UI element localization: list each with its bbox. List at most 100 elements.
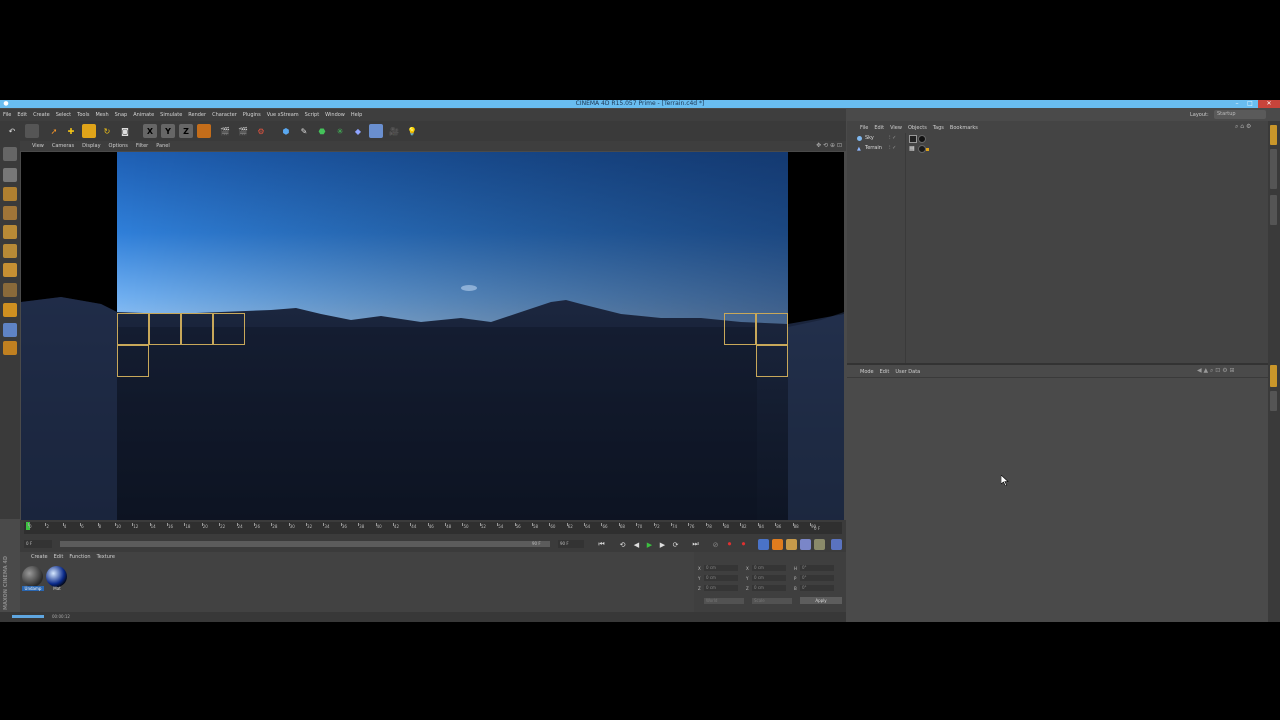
preview-range-slider[interactable] [60,541,550,547]
z-axis-lock-icon[interactable]: Z [179,124,193,138]
menu-script[interactable]: Script [302,109,323,121]
size-mode-dropdown[interactable]: Scale [752,598,792,604]
material-tag-icon[interactable] [918,145,926,153]
redo-icon[interactable] [25,124,39,138]
material-swatch-mat[interactable] [46,566,67,587]
key-pla-icon[interactable] [814,539,825,550]
menu-animate[interactable]: Animate [130,109,157,121]
object-search-icon[interactable]: ⌕ ⌂ ⚙ [1235,123,1251,131]
rotate-icon[interactable]: ↻ [100,124,114,138]
previous-frame-icon[interactable]: ◀ [631,539,642,550]
key-rotation-icon[interactable] [786,539,797,550]
spline-pen-icon[interactable]: ✎ [297,124,311,138]
material-menu-function[interactable]: Function [66,552,93,562]
coordinate-system-icon[interactable] [197,124,211,138]
3d-viewport[interactable] [21,152,844,520]
coordinate-value-field[interactable]: 0 cm [752,585,786,591]
y-axis-lock-icon[interactable]: Y [161,124,175,138]
key-scale-icon[interactable] [772,539,783,550]
object-menu-tags[interactable]: Tags [930,123,947,133]
timeline-ruler[interactable]: 0 2 4 6 8 10 12 14 16 18 20 22 24 26 28 30 32 34 36 38 40 42 4… [20,520,846,538]
viewport-menu-panel[interactable]: Panel [152,141,174,151]
object-menu-objects[interactable]: Objects [905,123,930,133]
camera-icon[interactable]: 🎥 [387,124,401,138]
polygons-mode-icon[interactable] [3,263,17,277]
object-menu-view[interactable]: View [887,123,905,133]
material-menu-edit[interactable]: Edit [51,552,67,562]
viewport-menu-display[interactable]: Display [78,141,104,151]
recent-tool-icon[interactable]: ◙ [118,124,132,138]
snap-icon[interactable] [3,323,17,337]
live-selection-icon[interactable]: ➚ [47,124,61,138]
array-icon[interactable]: ✳ [333,124,347,138]
coordinate-value-field[interactable]: 0 cm [752,565,786,571]
go-to-end-icon[interactable]: ⏭ [690,539,701,550]
material-tag-icon[interactable] [918,135,926,143]
menu-file[interactable]: File [0,109,14,121]
model-mode-icon[interactable] [3,168,17,182]
material-swatch-undamp[interactable] [22,566,43,587]
texture-tag-icon[interactable]: ▦ [909,145,915,152]
next-keyframe-icon[interactable]: ⟳ [670,539,681,550]
menu-vue-xstream[interactable]: Vue xStream [264,109,302,121]
render-settings-icon[interactable]: ⚙ [254,124,268,138]
previous-keyframe-icon[interactable]: ⟲ [617,539,628,550]
layout-dropdown[interactable]: Startup [1214,110,1266,119]
menu-plugins[interactable]: Plugins [240,109,264,121]
layers-tab[interactable] [1270,391,1277,411]
coordinate-value-field[interactable]: 0° [800,585,834,591]
viewport-menu-options[interactable]: Options [105,141,132,151]
key-position-icon[interactable] [758,539,769,550]
axis-mode-icon[interactable] [3,283,17,297]
move-icon[interactable]: ✚ [64,124,78,138]
viewport-menu-view[interactable]: View [28,141,48,151]
visibility-dots[interactable]: ⁝ ✓ [889,145,896,151]
object-menu-file[interactable]: File [857,123,871,133]
viewport-menu-filter[interactable]: Filter [132,141,152,151]
coordinate-value-field[interactable]: 0 cm [704,585,738,591]
minimize-button[interactable]: – [1232,100,1242,108]
coordinate-value-field[interactable]: 0 cm [752,575,786,581]
cube-icon[interactable]: ⬢ [279,124,293,138]
coordinate-mode-dropdown[interactable]: World [704,598,744,604]
objects-tab[interactable] [1270,125,1277,145]
edges-mode-icon[interactable] [3,244,17,258]
material-name[interactable]: Undamp [22,586,44,591]
menu-help[interactable]: Help [348,109,365,121]
next-frame-icon[interactable]: ▶ [657,539,668,550]
object-name[interactable]: Terrain [865,145,882,151]
record-keys-icon[interactable]: ⏺ [724,539,735,550]
menu-render[interactable]: Render [185,109,209,121]
phong-tag-icon[interactable] [926,148,929,151]
preview-range-fill[interactable] [60,541,550,547]
menu-edit[interactable]: Edit [14,109,30,121]
key-parameter-icon[interactable] [800,539,811,550]
coordinate-value-field[interactable]: 0 cm [704,575,738,581]
menu-tools[interactable]: Tools [74,109,92,121]
deformer-icon[interactable]: ◆ [351,124,365,138]
coordinate-value-field[interactable]: 0 cm [704,565,738,571]
coordinate-value-field[interactable]: 0° [800,565,834,571]
maximize-button[interactable]: □ [1245,100,1255,108]
viewport-menu-cameras[interactable]: Cameras [48,141,78,151]
workplane-lock-icon[interactable] [3,341,17,355]
material-menu-create[interactable]: Create [28,552,51,562]
attribute-menu-user-data[interactable]: User Data [892,367,923,377]
workplane-mode-icon[interactable] [3,206,17,220]
texture-tag-icon[interactable] [909,135,917,143]
autokeying-icon[interactable]: ⏺ [738,539,749,550]
object-menu-bookmarks[interactable]: Bookmarks [947,123,981,133]
menu-simulate[interactable]: Simulate [157,109,185,121]
go-to-start-icon[interactable]: ⏮ [596,539,607,550]
end-frame-field[interactable]: 90 F [532,541,541,546]
object-row-terrain[interactable]: ▲ Terrain ⁝ ✓ ▦ [851,145,1255,154]
material-name[interactable]: Mat [46,586,68,591]
attribute-nav-icons[interactable]: ◀ ▲ ⌕ ⊡ ⚙ ⊞ [1197,367,1235,375]
attribute-menu-mode[interactable]: Mode [857,367,877,377]
motion-record-icon[interactable]: ⊘ [710,539,721,550]
menu-create[interactable]: Create [30,109,53,121]
attributes-tab[interactable] [1270,365,1277,387]
close-button[interactable]: ✕ [1258,100,1280,108]
object-row-sky[interactable]: Sky ⁝ ✓ [851,135,1255,144]
menu-mesh[interactable]: Mesh [92,109,111,121]
